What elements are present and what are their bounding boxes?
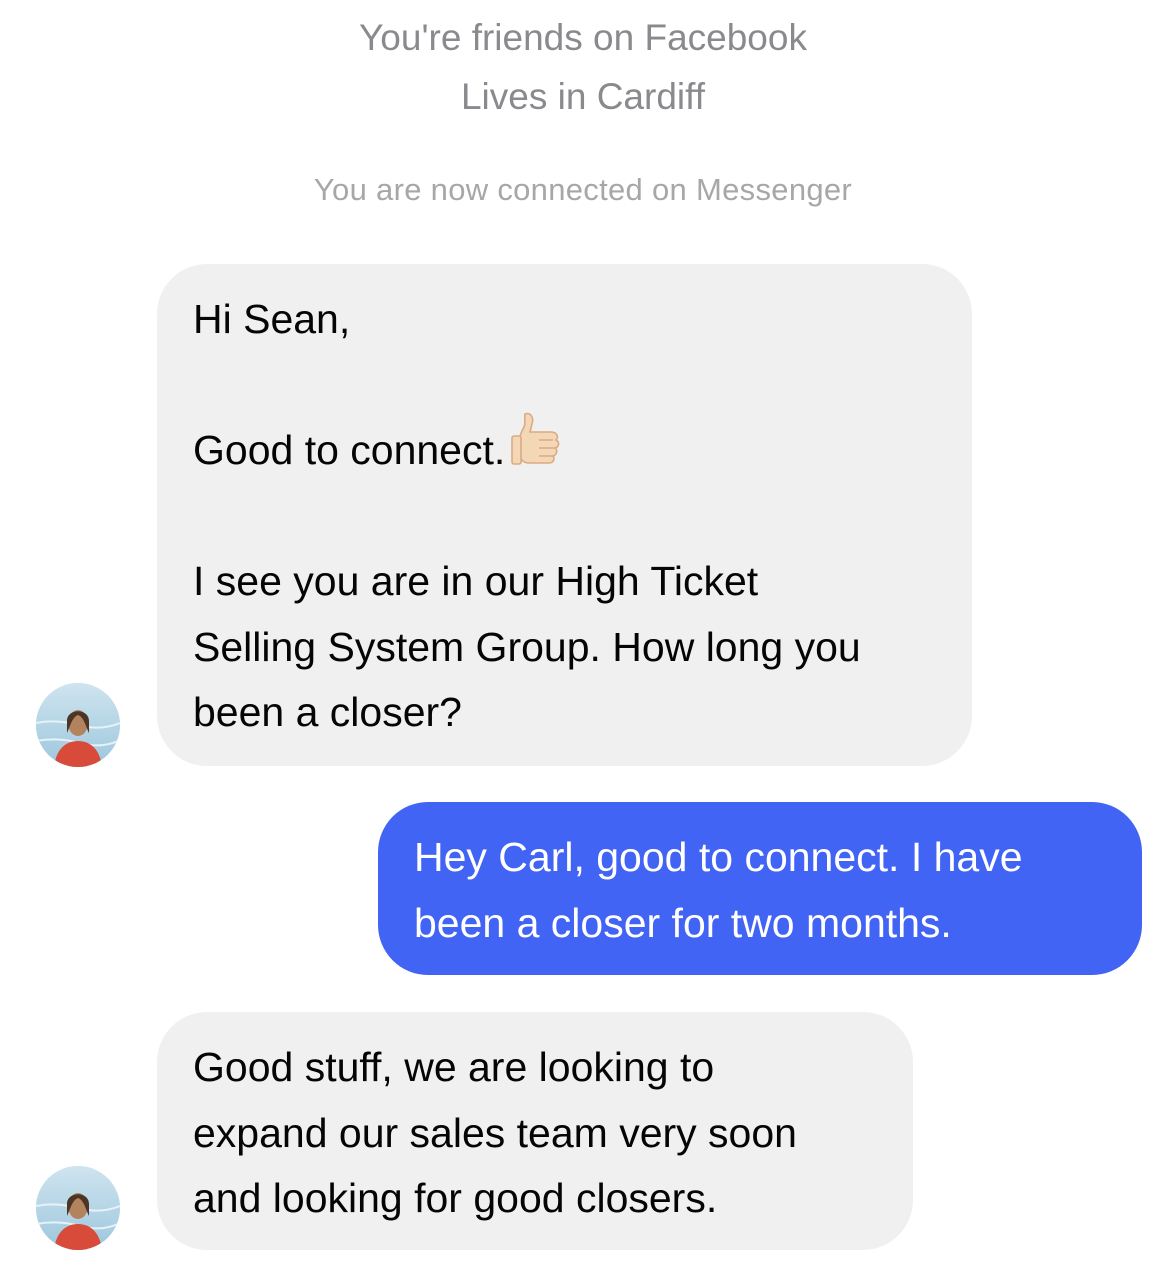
message-text-line: and looking for good closers. (193, 1175, 718, 1221)
message-text-line: been a closer for two months. (414, 899, 952, 946)
message-text: Good to connect. (193, 427, 506, 473)
friends-on-facebook-text: You're friends on Facebook (359, 17, 807, 58)
message-text-line: Good stuff, we are looking to (193, 1044, 715, 1090)
message-text-line: I see you are in our High Ticket (193, 558, 759, 604)
contact-avatar[interactable] (36, 1166, 120, 1250)
message-text-line: been a closer? (193, 689, 462, 735)
message-text-line-with-emoji: Good to connect. (193, 413, 936, 484)
message-text-line: Hey Carl, good to connect. I have (414, 834, 1023, 880)
incoming-message-bubble[interactable]: Good stuff, we are looking to expand our… (157, 1012, 913, 1250)
connected-system-message: You are now connected on Messenger (313, 172, 853, 207)
message-text-line: Hi Sean, (193, 296, 351, 342)
outgoing-message-bubble[interactable]: Hey Carl, good to connect. I have been a… (378, 802, 1142, 975)
contact-avatar[interactable] (36, 683, 120, 767)
message-text-line: expand our sales team very soon (193, 1109, 797, 1156)
thumbs-up-icon (509, 410, 563, 488)
lives-in-text: Lives in Cardiff (460, 76, 706, 117)
incoming-message-bubble[interactable]: Hi Sean, Good to connect. I see you are … (157, 264, 972, 766)
message-text-line: Selling System Group. How long you (193, 623, 861, 670)
